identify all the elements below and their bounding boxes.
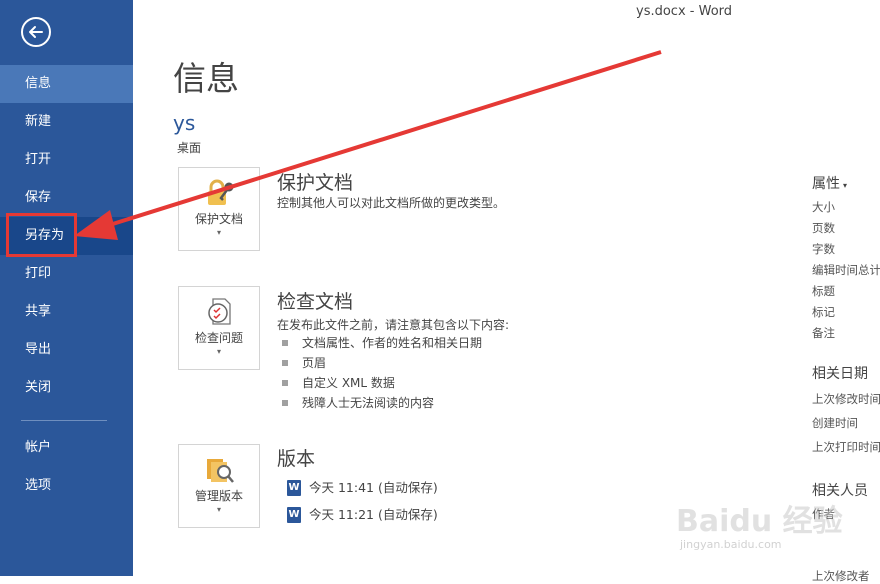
annotation-arrow <box>74 50 662 240</box>
watermark-logo: Baidu 经验 <box>676 504 843 539</box>
watermark-url: jingyan.baidu.com <box>680 538 782 551</box>
baidu-watermark: Baidu 经验 jingyan.baidu.com <box>676 492 866 576</box>
